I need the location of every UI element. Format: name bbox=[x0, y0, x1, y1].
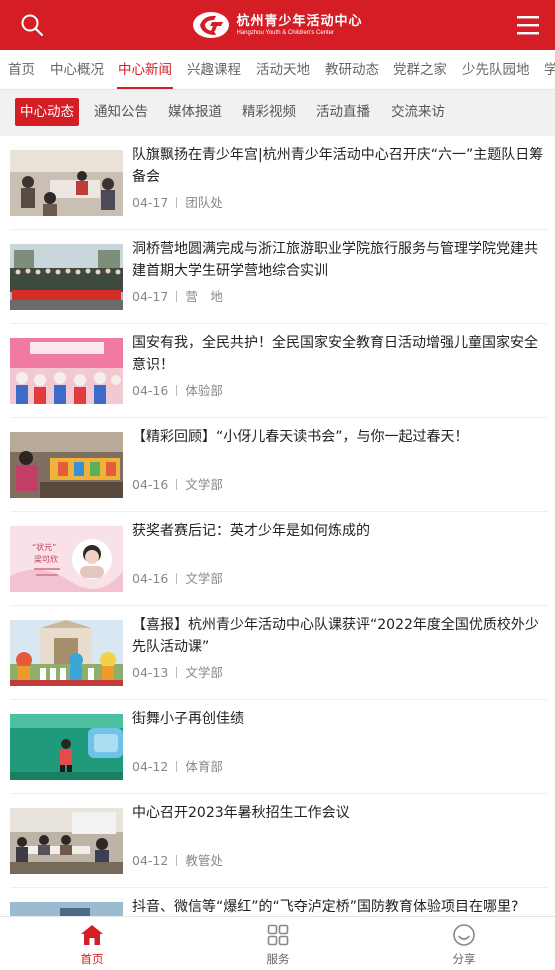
news-thumbnail bbox=[10, 714, 123, 780]
news-meta: 04-16 文学部 bbox=[132, 568, 223, 587]
nav-party[interactable]: 党群之家 bbox=[393, 50, 447, 89]
tab-service-label: 服务 bbox=[266, 952, 290, 966]
news-thumbnail: “状元” 梁可欣 bbox=[10, 526, 123, 592]
logo-subtitle: Hangzhou Youth & Children's Center bbox=[236, 29, 335, 36]
news-item[interactable]: 【精彩回顾】“小伢儿春天读书会”，与你一起过春天！ 04-16 文学部 bbox=[10, 418, 548, 512]
subtab-notices[interactable]: 通知公告 bbox=[94, 98, 148, 126]
nav-pioneers[interactable]: 少先队园地 bbox=[462, 50, 530, 89]
nav-courses[interactable]: 兴趣课程 bbox=[187, 50, 241, 89]
news-item[interactable]: 街舞小子再创佳绩 04-12 体育部 bbox=[10, 700, 548, 794]
news-dept: 营 地 bbox=[185, 289, 223, 304]
news-item[interactable]: 中心召开2023年暑秋招生工作会议 04-12 教管处 bbox=[10, 794, 548, 888]
meta-divider bbox=[176, 291, 178, 302]
news-item[interactable]: 队旗飘扬在青少年宫|杭州青少年活动中心召开庆“六一”主题队日筹备会 04-17 团… bbox=[10, 136, 548, 230]
news-thumbnail bbox=[10, 432, 123, 498]
news-date: 04-16 bbox=[132, 383, 169, 398]
nav-more[interactable]: 学 bbox=[544, 50, 555, 89]
news-date: 04-12 bbox=[132, 853, 169, 868]
tab-share[interactable]: 分享 bbox=[414, 917, 514, 970]
news-thumbnail bbox=[10, 808, 123, 874]
meta-divider bbox=[176, 667, 178, 678]
news-dept: 文学部 bbox=[185, 665, 223, 680]
subtab-visits[interactable]: 交流来访 bbox=[391, 98, 445, 126]
nav-home[interactable]: 首页 bbox=[8, 50, 35, 89]
subtab-live[interactable]: 活动直播 bbox=[316, 98, 370, 126]
news-item[interactable]: 【喜报】杭州青少年活动中心队课获评“2022年度全国优质校外少先队活动课” 04… bbox=[10, 606, 548, 700]
news-item[interactable]: 洞桥营地圆满完成与浙江旅游职业学院旅行服务与管理学院党建共建首期大学生研学营地综… bbox=[10, 230, 548, 324]
news-title: 【喜报】杭州青少年活动中心队课获评“2022年度全国优质校外少先队活动课” bbox=[132, 617, 539, 655]
thumb-caption: “状元” bbox=[32, 542, 56, 552]
news-title: 【精彩回顾】“小伢儿春天读书会”，与你一起过春天！ bbox=[132, 429, 469, 445]
app-header: 杭州青少年活动中心 Hangzhou Youth & Children's Ce… bbox=[0, 0, 555, 50]
meta-divider bbox=[176, 573, 178, 584]
thumb-caption: 梁可欣 bbox=[34, 554, 58, 564]
subtab-center-updates[interactable]: 中心动态 bbox=[15, 98, 79, 126]
meta-divider bbox=[176, 855, 178, 866]
tab-service[interactable]: 服务 bbox=[228, 917, 328, 970]
news-date: 04-16 bbox=[132, 477, 169, 492]
grid-icon bbox=[267, 924, 289, 946]
news-date: 04-17 bbox=[132, 289, 169, 304]
news-thumbnail bbox=[10, 150, 123, 216]
news-dept: 体验部 bbox=[185, 383, 223, 398]
site-logo[interactable]: 杭州青少年活动中心 Hangzhou Youth & Children's Ce… bbox=[192, 10, 362, 40]
news-dept: 文学部 bbox=[185, 571, 223, 586]
news-meta: 04-12 教管处 bbox=[132, 850, 223, 869]
news-date: 04-17 bbox=[132, 195, 169, 210]
secondary-nav: 中心动态 通知公告 媒体报道 精彩视频 活动直播 交流来访 bbox=[0, 90, 555, 136]
meta-divider bbox=[176, 197, 178, 208]
meta-divider bbox=[176, 761, 178, 772]
news-thumbnail bbox=[10, 620, 123, 686]
news-meta: 04-17 营 地 bbox=[132, 286, 223, 305]
news-title: 获奖者赛后记：英才少年是如何炼成的 bbox=[132, 523, 370, 539]
news-date: 04-16 bbox=[132, 571, 169, 586]
news-meta: 04-16 文学部 bbox=[132, 474, 223, 493]
tab-share-label: 分享 bbox=[452, 952, 476, 966]
news-date: 04-12 bbox=[132, 759, 169, 774]
news-thumbnail bbox=[10, 338, 123, 404]
news-dept: 教管处 bbox=[185, 853, 223, 868]
news-title: 洞桥营地圆满完成与浙江旅游职业学院旅行服务与管理学院党建共建首期大学生研学营地综… bbox=[132, 241, 538, 279]
smile-icon bbox=[453, 924, 475, 946]
news-meta: 04-16 体验部 bbox=[132, 380, 223, 399]
news-title: 国安有我，全民共护！全民国家安全教育日活动增强儿童国家安全意识！ bbox=[132, 335, 538, 373]
meta-divider bbox=[176, 385, 178, 396]
nav-activities[interactable]: 活动天地 bbox=[256, 50, 310, 89]
logo-mark-icon bbox=[193, 12, 230, 38]
news-list: 队旗飘扬在青少年宫|杭州青少年活动中心召开庆“六一”主题队日筹备会 04-17 团… bbox=[0, 136, 555, 916]
news-thumbnail bbox=[10, 902, 123, 916]
news-meta: 04-13 文学部 bbox=[132, 662, 223, 681]
primary-nav: 首页 中心概况 中心新闻 兴趣课程 活动天地 教研动态 党群之家 少先队园地 学 bbox=[0, 50, 555, 90]
bottom-tab-bar: 首页 服务 分享 bbox=[0, 916, 555, 970]
subtab-videos[interactable]: 精彩视频 bbox=[242, 98, 296, 126]
news-title: 街舞小子再创佳绩 bbox=[132, 711, 244, 727]
subtab-media[interactable]: 媒体报道 bbox=[168, 98, 222, 126]
meta-divider bbox=[176, 479, 178, 490]
tab-home-label: 首页 bbox=[80, 952, 104, 966]
news-item[interactable]: 国安有我，全民共护！全民国家安全教育日活动增强儿童国家安全意识！ 04-16 体验… bbox=[10, 324, 548, 418]
news-title: 队旗飘扬在青少年宫|杭州青少年活动中心召开庆“六一”主题队日筹备会 bbox=[132, 147, 544, 185]
home-icon bbox=[81, 925, 103, 945]
tab-home[interactable]: 首页 bbox=[42, 917, 142, 970]
nav-research[interactable]: 教研动态 bbox=[325, 50, 379, 89]
news-dept: 文学部 bbox=[185, 477, 223, 492]
news-title: 抖音、微信等“爆红”的“飞夺泸定桥”国防教育体验项目在哪里? bbox=[132, 899, 519, 915]
news-meta: 04-12 体育部 bbox=[132, 756, 223, 775]
news-item[interactable]: 抖音、微信等“爆红”的“飞夺泸定桥”国防教育体验项目在哪里? bbox=[10, 888, 548, 916]
news-meta: 04-17 团队处 bbox=[132, 192, 223, 211]
news-title: 中心召开2023年暑秋招生工作会议 bbox=[132, 805, 350, 821]
news-item[interactable]: “状元” 梁可欣 获奖者赛后记：英才少年是如何炼成的 04-16 文学部 bbox=[10, 512, 548, 606]
menu-icon[interactable] bbox=[515, 13, 541, 37]
nav-about[interactable]: 中心概况 bbox=[50, 50, 104, 89]
nav-center-news[interactable]: 中心新闻 bbox=[118, 50, 172, 89]
news-dept: 体育部 bbox=[185, 759, 223, 774]
news-dept: 团队处 bbox=[185, 195, 223, 210]
news-thumbnail bbox=[10, 244, 123, 310]
search-icon[interactable] bbox=[20, 13, 44, 37]
news-date: 04-13 bbox=[132, 665, 169, 680]
logo-title: 杭州青少年活动中心 bbox=[236, 13, 363, 29]
